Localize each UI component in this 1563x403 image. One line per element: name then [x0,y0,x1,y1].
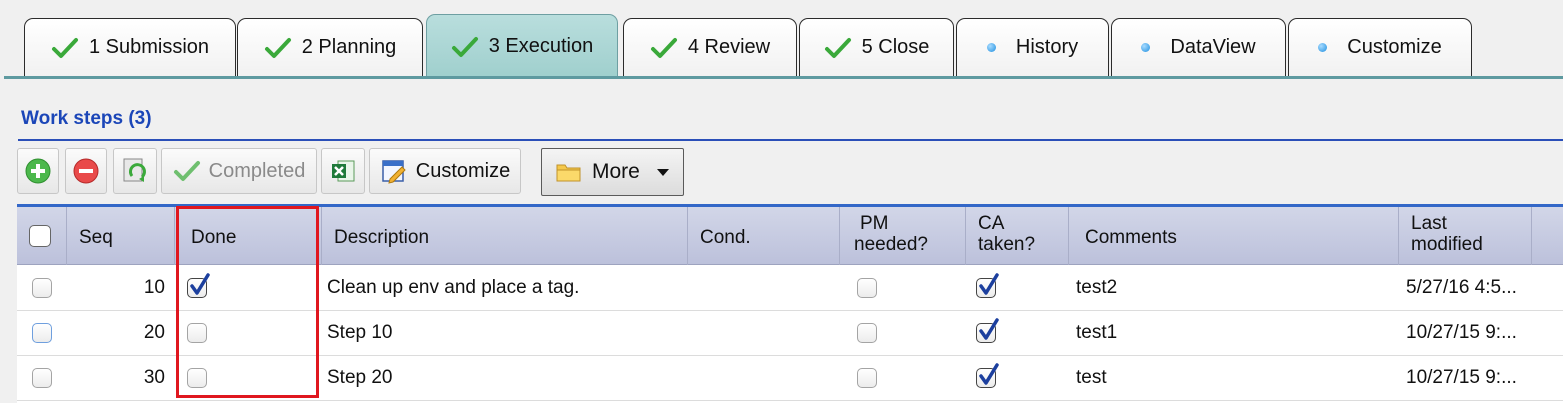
folder-icon [556,164,581,182]
tab-execution[interactable]: 3 Execution [426,14,618,78]
description-cell: Clean up env and place a tag. [327,277,580,298]
section-divider [18,139,1563,141]
description-cell: Step 20 [327,367,393,388]
done-checkbox[interactable] [187,273,210,298]
tab-label: History [1015,36,1079,58]
pm-needed-checkbox[interactable] [857,368,877,388]
grid-toolbar: Completed Customize More [17,148,717,198]
tab-label: 5 Close [861,36,930,58]
header-done[interactable]: Done [175,207,322,265]
refresh-button[interactable] [113,148,157,194]
comments-cell: test2 [1076,277,1118,298]
tab-close[interactable]: 5 Close [799,18,954,76]
header-pm-needed[interactable]: PM needed? [840,207,966,265]
pm-needed-checkbox[interactable] [857,323,877,343]
section-title: Work steps (3) [21,108,152,129]
table-row[interactable]: 10 Clean up env and place a tag. test2 5… [17,266,1563,311]
done-checkbox[interactable] [187,368,207,388]
check-icon [51,37,78,58]
tab-label: 1 Submission [88,36,210,58]
ca-taken-checkbox[interactable] [976,318,999,343]
header-lm-line1: Last [1411,213,1447,234]
more-label: More [592,160,640,183]
check-icon [190,273,210,295]
pm-needed-checkbox[interactable] [857,278,877,298]
check-icon [979,363,999,385]
tab-label: 4 Review [687,36,771,58]
grid-header: Seq Done Description Cond. PM needed? CA… [17,207,1563,265]
check-icon [650,37,677,58]
select-all-checkbox[interactable] [29,225,51,247]
customize-label: Customize [415,159,511,182]
header-lm-line2: modified [1411,234,1483,255]
ca-taken-checkbox[interactable] [976,363,999,388]
header-last-modified[interactable]: Last modified [1399,207,1532,265]
tab-label: DataView [1170,36,1256,58]
header-pm-line1: PM [860,213,889,234]
tab-label: 3 Execution [488,35,594,57]
table-row[interactable]: 20 Step 10 test1 10/27/15 9:... [17,311,1563,356]
excel-icon [332,160,355,182]
last-modified-cell: 10/27/15 9:... [1406,367,1517,388]
check-icon [451,36,478,57]
header-comments[interactable]: Comments [1069,207,1399,265]
row-select-checkbox[interactable] [32,323,52,343]
more-dropdown[interactable]: More [541,148,684,196]
cond-cell [693,311,833,355]
header-cond[interactable]: Cond. [688,207,840,265]
comments-cell: test [1076,367,1107,388]
tab-label: 2 Planning [301,36,397,58]
work-steps-grid: Seq Done Description Cond. PM needed? CA… [17,204,1563,403]
cond-cell [693,266,833,310]
seq-cell: 10 [143,277,165,298]
dot-icon [986,43,996,52]
tab-dataview[interactable]: DataView [1111,18,1286,76]
tab-underline [4,76,1563,79]
tab-submission[interactable]: 1 Submission [24,18,236,76]
export-excel-button[interactable] [321,148,365,194]
tab-review[interactable]: 4 Review [623,18,797,76]
last-modified-cell: 5/27/16 4:5... [1406,277,1517,298]
tab-planning[interactable]: 2 Planning [237,18,423,76]
tab-customize[interactable]: Customize [1288,18,1472,76]
check-icon [979,273,999,295]
done-checkbox[interactable] [187,323,207,343]
add-button[interactable] [17,148,59,194]
edit-form-icon [382,160,406,184]
header-ca-line1: CA [978,213,1005,234]
last-modified-cell: 10/27/15 9:... [1406,322,1517,343]
remove-icon [73,158,99,184]
seq-cell: 30 [143,367,165,388]
comments-cell: test1 [1076,322,1118,343]
check-icon [979,318,999,340]
check-icon [824,37,851,58]
cond-cell [693,356,833,400]
completed-label: Completed [208,159,306,182]
check-icon [173,161,200,181]
customize-button[interactable]: Customize [369,148,521,194]
remove-button[interactable] [65,148,107,194]
header-ca-taken[interactable]: CA taken? [966,207,1069,265]
tab-history[interactable]: History [956,18,1109,76]
dot-icon [1318,43,1328,52]
add-icon [25,158,51,184]
dot-icon [1141,43,1151,52]
tab-label: Customize [1347,36,1442,58]
header-pm-line2: needed? [854,234,928,255]
row-select-checkbox[interactable] [32,368,52,388]
tab-bar: 1 Submission 2 Planning 3 Execution 4 Re… [0,0,1563,80]
check-icon [264,37,291,58]
header-select-all-cell [17,207,67,265]
chevron-down-icon [657,169,669,176]
header-description[interactable]: Description [322,207,688,265]
table-row[interactable]: 30 Step 20 test 10/27/15 9:... [17,356,1563,401]
header-seq[interactable]: Seq [67,207,175,265]
seq-cell: 20 [143,322,165,343]
completed-button[interactable]: Completed [161,148,317,194]
row-select-checkbox[interactable] [32,278,52,298]
header-ca-line2: taken? [978,234,1036,255]
ca-taken-checkbox[interactable] [976,273,999,298]
refresh-icon [123,158,146,182]
description-cell: Step 10 [327,322,393,343]
